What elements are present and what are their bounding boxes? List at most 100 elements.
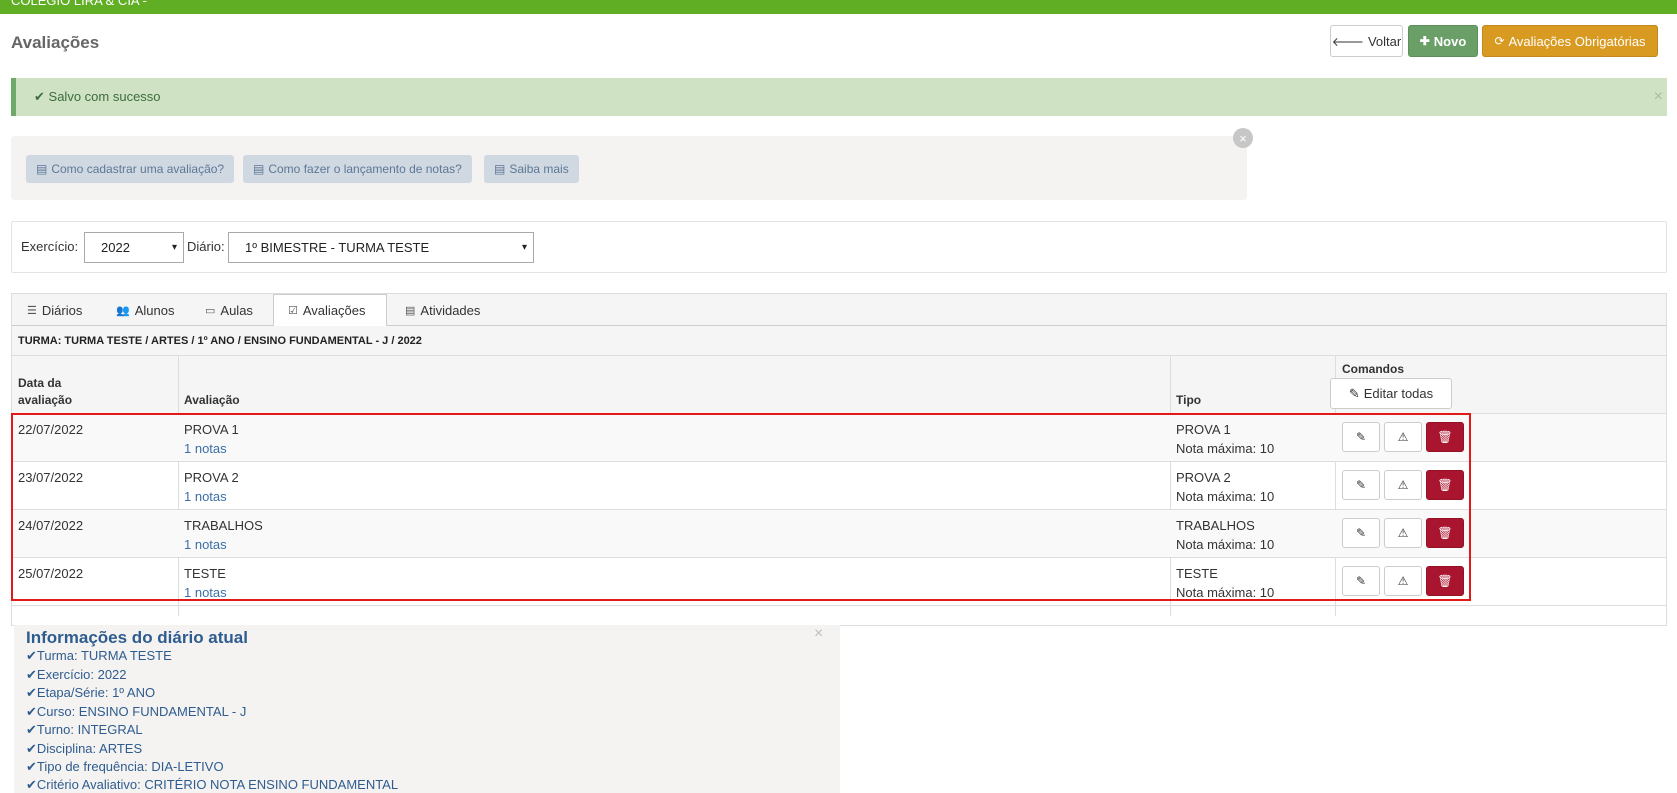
avaliacoes-obrigatorias-button[interactable]: ⟳ Avaliações Obrigatórias <box>1482 25 1658 57</box>
row-notas-link[interactable]: 1 notas <box>184 537 227 552</box>
book-icon: ▤ <box>36 162 48 176</box>
tab-atividades[interactable]: ▤ Atividades <box>405 294 480 326</box>
help-link-label: Como cadastrar uma avaliação? <box>51 162 225 176</box>
success-alert: ✔ Salvo com sucesso × <box>11 78 1667 116</box>
voltar-label: Voltar <box>1367 33 1402 49</box>
book-open-icon: ▭ <box>205 304 216 317</box>
exercicio-select[interactable]: 2022 ▾ <box>84 232 184 263</box>
row-avaliacao: PROVA 1 <box>184 422 239 437</box>
trash-icon: 🗑 <box>1437 574 1453 588</box>
row-tipo: TESTE <box>1176 566 1218 581</box>
tabs-bar: ☰ Diários 👥 Alunos ▭ Aulas ☑ Avaliações … <box>12 294 1666 327</box>
info-line-text: Disciplina: ARTES <box>36 741 143 756</box>
check-icon: ✔ <box>26 648 37 663</box>
info-line-text: Turma: TURMA TESTE <box>36 648 172 663</box>
help-link-notas[interactable]: ▤ Como fazer o lançamento de notas? <box>243 155 472 183</box>
editar-todas-button[interactable]: ✎ Editar todas <box>1330 378 1452 409</box>
help-link-label: Como fazer o lançamento de notas? <box>268 162 462 176</box>
warning-icon: ⚠ <box>1397 430 1409 444</box>
edit-button[interactable]: ✎ <box>1342 422 1380 452</box>
trash-icon: 🗑 <box>1437 478 1453 492</box>
check-icon: ✔ <box>26 777 37 792</box>
info-line-text: Curso: ENSINO FUNDAMENTAL - J <box>36 704 247 719</box>
delete-button[interactable]: 🗑 <box>1426 422 1464 452</box>
row-date: 24/07/2022 <box>18 518 84 533</box>
row-notas-link[interactable]: 1 notas <box>184 585 227 600</box>
chevron-down-icon: ▾ <box>521 242 527 253</box>
tab-diarios[interactable]: ☰ Diários <box>27 294 82 326</box>
tab-label: Alunos <box>134 302 175 318</box>
edit-icon: ✎ <box>1355 478 1367 492</box>
info-line: ✔Critério Avaliativo: CRITÉRIO NOTA ENSI… <box>26 777 398 793</box>
alert-message: ✔ Salvo com sucesso <box>34 89 161 105</box>
help-link-cadastrar[interactable]: ▤ Como cadastrar uma avaliação? <box>26 155 235 183</box>
check-icon: ✔ <box>26 685 37 700</box>
check-square-icon: ☑ <box>288 305 298 317</box>
warning-button[interactable]: ⚠ <box>1384 422 1422 452</box>
edit-button[interactable]: ✎ <box>1342 518 1380 548</box>
diario-info-box: Informações do diário atual × ✔Turma: TU… <box>14 625 840 793</box>
list-icon: ☰ <box>27 304 37 317</box>
tab-alunos[interactable]: 👥 Alunos <box>116 294 174 326</box>
tab-aulas[interactable]: ▭ Aulas <box>205 294 253 326</box>
obrigatorias-label: Avaliações Obrigatórias <box>1508 33 1646 49</box>
info-line: ✔Turma: TURMA TESTE <box>26 648 172 664</box>
editar-todas-label: Editar todas <box>1363 386 1434 401</box>
row-tipo: TRABALHOS <box>1176 518 1255 533</box>
check-icon: ✔ <box>26 722 37 737</box>
delete-button[interactable]: 🗑 <box>1426 518 1464 548</box>
help-box: ▤ Como cadastrar uma avaliação? ▤ Como f… <box>11 136 1247 200</box>
edit-icon: ✎ <box>1348 385 1360 401</box>
edit-button[interactable]: ✎ <box>1342 470 1380 500</box>
edit-icon: ✎ <box>1355 430 1367 444</box>
evaluations-panel: ☰ Diários 👥 Alunos ▭ Aulas ☑ Avaliações … <box>11 293 1667 626</box>
help-close-icon[interactable]: × <box>1233 128 1253 148</box>
header-avaliacao: Avaliação <box>184 393 240 407</box>
info-line: ✔Turno: INTEGRAL <box>26 722 143 738</box>
row-notas-link[interactable]: 1 notas <box>184 441 227 456</box>
info-line: ✔Disciplina: ARTES <box>26 741 142 757</box>
diario-select[interactable]: 1º BIMESTRE - TURMA TESTE ▾ <box>228 232 534 263</box>
info-title: Informações do diário atual <box>26 628 248 647</box>
help-link-saiba-mais[interactable]: ▤ Saiba mais <box>484 155 579 183</box>
book-icon: ▤ <box>253 162 265 176</box>
book-icon: ▤ <box>494 162 506 176</box>
row-nota-maxima: Nota máxima: 10 <box>1176 441 1275 456</box>
help-link-label: Saiba mais <box>509 162 569 176</box>
trash-icon: 🗑 <box>1437 430 1453 444</box>
plus-icon: ✚ <box>1419 34 1430 48</box>
diario-value: 1º BIMESTRE - TURMA TESTE <box>245 240 430 255</box>
check-icon: ✔ <box>26 741 37 756</box>
info-close-icon[interactable]: × <box>814 625 823 643</box>
edit-button[interactable]: ✎ <box>1342 566 1380 596</box>
delete-button[interactable]: 🗑 <box>1426 566 1464 596</box>
alert-text: Salvo com sucesso <box>48 89 161 104</box>
voltar-button[interactable]: 🡐 Voltar <box>1330 25 1403 57</box>
warning-icon: ⚠ <box>1397 478 1409 492</box>
row-avaliacao: TRABALHOS <box>184 518 263 533</box>
check-icon: ✔ <box>26 759 37 774</box>
warning-button[interactable]: ⚠ <box>1384 518 1422 548</box>
row-date: 22/07/2022 <box>18 422 84 437</box>
warning-icon: ⚠ <box>1397 574 1409 588</box>
table-row: 25/07/2022 TESTE 1 notas TESTE Nota máxi… <box>12 558 1666 606</box>
filter-box: Exercício: 2022 ▾ Diário: 1º BIMESTRE - … <box>11 221 1667 273</box>
row-date: 23/07/2022 <box>18 470 84 485</box>
delete-button[interactable]: 🗑 <box>1426 470 1464 500</box>
chevron-down-icon: ▾ <box>171 242 177 253</box>
check-icon: ✔ <box>26 667 37 682</box>
row-notas-link[interactable]: 1 notas <box>184 489 227 504</box>
warning-button[interactable]: ⚠ <box>1384 470 1422 500</box>
info-line-text: Turno: INTEGRAL <box>36 722 143 737</box>
row-nota-maxima: Nota máxima: 10 <box>1176 585 1275 600</box>
novo-button[interactable]: ✚ Novo <box>1408 25 1478 57</box>
refresh-icon: ⟳ <box>1494 34 1505 48</box>
book-icon: ▤ <box>405 304 416 317</box>
info-line: ✔Curso: ENSINO FUNDAMENTAL - J <box>26 704 246 720</box>
warning-button[interactable]: ⚠ <box>1384 566 1422 596</box>
alert-close-icon[interactable]: × <box>1654 88 1663 106</box>
top-bar: COLÉGIO LIRA & CIA - <box>0 0 1677 14</box>
turma-text: TURMA: TURMA TESTE / ARTES / 1º ANO / EN… <box>18 335 422 347</box>
warning-icon: ⚠ <box>1397 526 1409 540</box>
tab-avaliacoes[interactable]: ☑ Avaliações <box>273 294 387 327</box>
